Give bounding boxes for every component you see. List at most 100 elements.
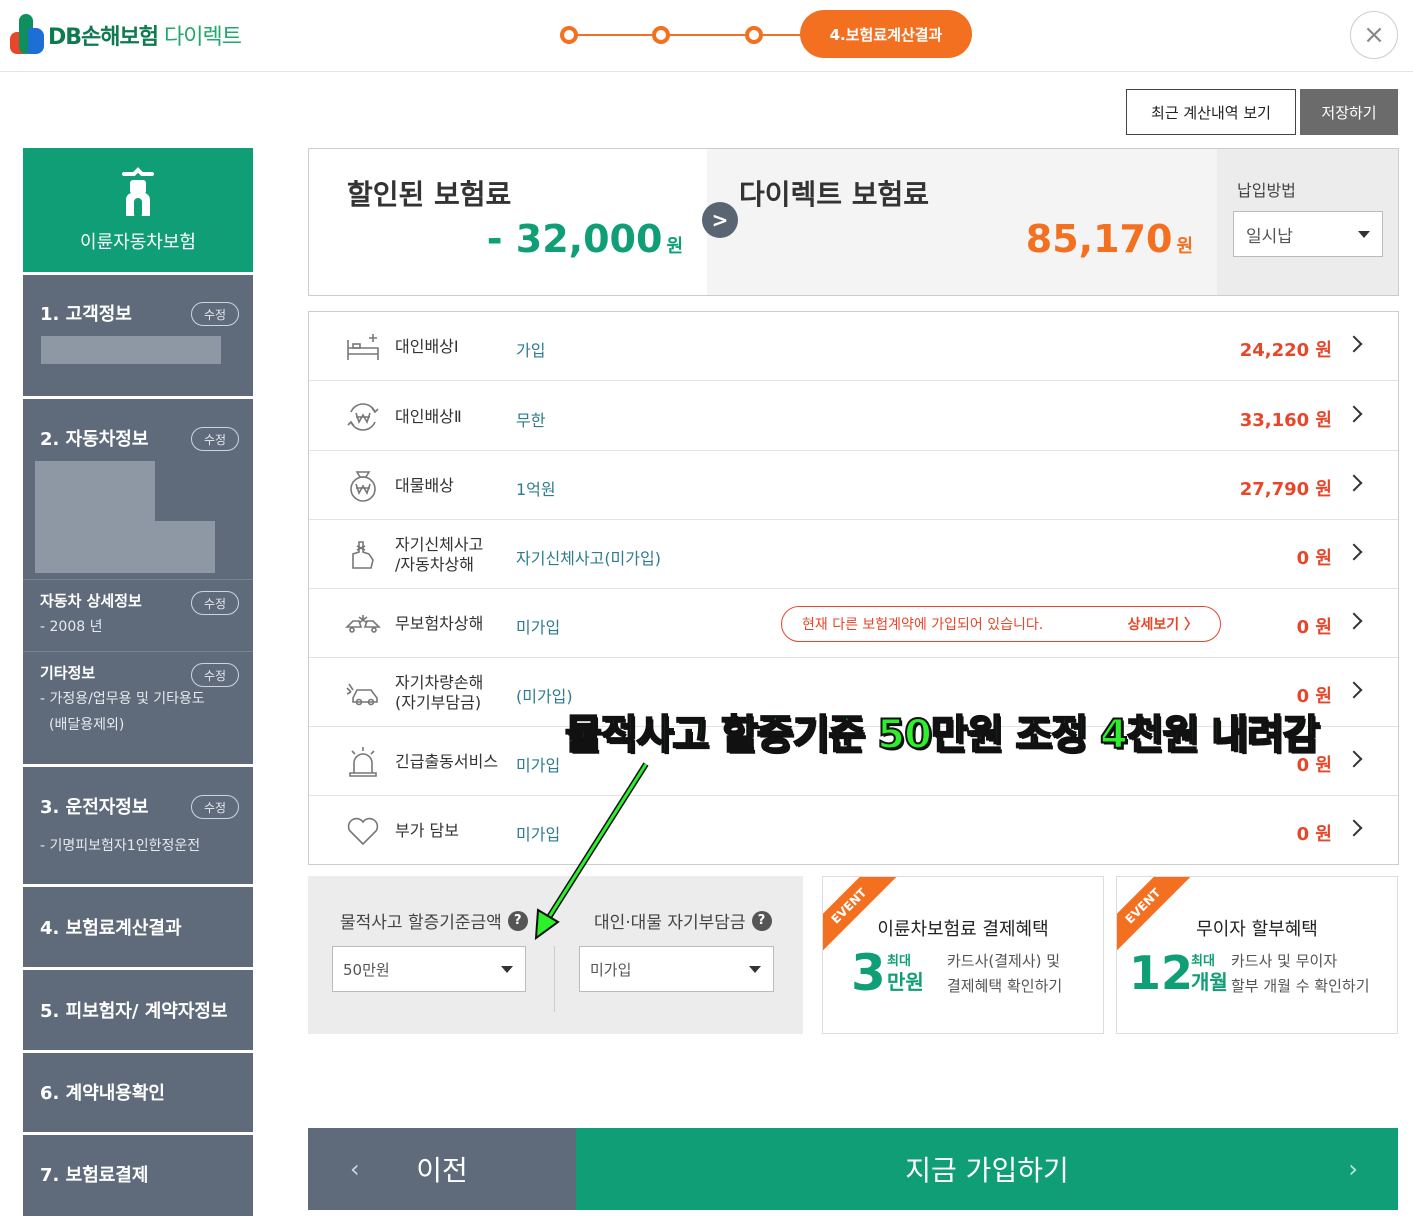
coverage-name: 자기차량손해 (자기부담금): [395, 673, 483, 713]
coverage-amount: 0 원: [1296, 617, 1332, 638]
join-now-button-label: 지금 가입하기: [905, 1154, 1069, 1187]
previous-button[interactable]: ‹ 이전: [308, 1128, 576, 1210]
coverage-row[interactable]: 대물배상 1억원 27,790 원: [309, 451, 1398, 520]
car-crash-icon: [345, 607, 381, 641]
help-icon[interactable]: ?: [507, 910, 528, 931]
coverage-name-line2: /자동차상해: [395, 555, 474, 574]
coverage-row[interactable]: 자기신체사고 /자동차상해 자기신체사고(미가입) 0 원: [309, 520, 1398, 589]
coverage-amount: 24,220 원: [1239, 340, 1332, 361]
card-desc-line2: 할부 개월 수 확인하기: [1231, 977, 1370, 995]
property-surcharge-select[interactable]: 50만원: [332, 946, 526, 992]
card-small-label: 최대 개월: [1191, 953, 1228, 993]
deductible-label-text: 대인·대물 자기부담금: [594, 913, 746, 933]
car-damage-icon: [345, 676, 381, 710]
sidebar-item-payment[interactable]: 7. 보험료결제: [23, 1132, 253, 1216]
coverage-value: 가입: [516, 341, 546, 360]
coverage-list: 대인배상Ⅰ 가입 24,220 원 대인배상Ⅱ 무한 33,160 원 대물배상…: [308, 311, 1399, 865]
property-surcharge-value: 50만원: [343, 960, 390, 979]
card-small-unit: 개월: [1191, 970, 1228, 994]
sidebar-item-label: 5. 피보험자/ 계약자정보: [40, 1001, 228, 1022]
money-bag-icon: [345, 469, 381, 503]
coverage-value: 무한: [516, 411, 546, 430]
heart-icon: [345, 814, 381, 848]
chevron-left-icon: ‹: [350, 1155, 360, 1183]
coverage-name: 대물배상: [395, 476, 454, 495]
card-desc-line2: 결제혜택 확인하기: [947, 977, 1063, 995]
discount-amount: - 32,000 원: [487, 217, 683, 261]
chevron-right-icon: [1345, 405, 1363, 423]
payment-benefit-card[interactable]: EVENT 이륜차보험료 결제혜택 3 최대 만원 카드사(결제사) 및 결제혜…: [822, 876, 1104, 1034]
db-logo[interactable]: DB손해보험 다이렉트: [10, 14, 242, 56]
notice-detail-link[interactable]: 상세보기 〉: [1128, 614, 1198, 634]
coverage-name: 무보험차상해: [395, 614, 484, 633]
recent-calculations-button[interactable]: 최근 계산내역 보기: [1126, 89, 1296, 135]
coverage-amount: 0 원: [1296, 548, 1332, 569]
property-surcharge-label-text: 물적사고 할증기준금액: [340, 913, 502, 933]
coverage-row[interactable]: 무보험차상해 미가입 현재 다른 보험계약에 가입되어 있습니다. 상세보기 〉…: [309, 589, 1398, 658]
chevron-right-icon: ›: [1348, 1155, 1358, 1183]
other-info-label: 기타정보: [40, 664, 96, 682]
discount-label: 할인된 보험료: [347, 178, 512, 211]
sidebar-item-customer[interactable]: 1. 고객정보 수정: [23, 272, 253, 396]
coverage-row[interactable]: 대인배상Ⅰ 가입 24,220 원: [309, 312, 1398, 381]
edit-button[interactable]: 수정: [191, 427, 239, 451]
other-info-line2: (배달용제외): [49, 717, 125, 733]
coverage-row[interactable]: 대인배상Ⅱ 무한 33,160 원: [309, 382, 1398, 451]
sidebar-item-label: 6. 계약내용확인: [40, 1083, 165, 1104]
save-button[interactable]: 저장하기: [1300, 89, 1398, 135]
coverage-row[interactable]: 부가 담보 미가입 0 원: [309, 796, 1398, 865]
card-big-number: 3: [851, 944, 886, 1002]
sidebar-item-confirm[interactable]: 6. 계약내용확인: [23, 1050, 253, 1132]
chevron-right-icon: [1345, 335, 1363, 353]
annotation-text: 물적사고 할증기준 50만원 조정 4천원 내려감: [564, 711, 1321, 759]
logo-sub-text: 다이렉트: [164, 25, 242, 50]
unit-label: 원: [1176, 236, 1193, 257]
motorcycle-icon: [114, 166, 162, 222]
deductible-select[interactable]: 미가입: [579, 946, 774, 992]
won-cycle-icon: [345, 400, 381, 434]
sidebar-item-insured[interactable]: 5. 피보험자/ 계약자정보: [23, 967, 253, 1050]
discount-panel: 할인된 보험료 - 32,000 원: [309, 149, 707, 295]
existing-contract-notice[interactable]: 현재 다른 보험계약에 가입되어 있습니다. 상세보기 〉: [781, 606, 1221, 642]
card-desc-line1: 카드사 및 무이자: [1231, 952, 1338, 970]
help-icon[interactable]: ?: [751, 910, 772, 931]
payment-method-panel: 납입방법 일시납: [1217, 149, 1398, 295]
caret-down-icon: [501, 966, 513, 973]
edit-button[interactable]: 수정: [191, 591, 239, 615]
deductible-value: 미가입: [590, 960, 632, 979]
installment-benefit-card[interactable]: EVENT 무이자 할부혜택 12 최대 개월 카드사 및 무이자 할부 개월 …: [1116, 876, 1398, 1034]
close-icon: ×: [1363, 20, 1385, 50]
db-logo-mark-icon: [10, 14, 46, 56]
payment-method-select[interactable]: 일시납: [1233, 211, 1383, 257]
direct-premium-value: 85,170: [1025, 217, 1173, 261]
card-title: 이륜차보험료 결제혜택: [877, 919, 1049, 940]
sidebar: 이륜자동차보험 1. 고객정보 수정 2. 자동차정보 수정 자동차 상세정보 …: [23, 148, 253, 1216]
edit-button[interactable]: 수정: [191, 302, 239, 326]
sidebar-item-label: 3. 운전자정보: [40, 797, 149, 818]
coverage-amount: 33,160 원: [1239, 410, 1332, 431]
coverage-value: 미가입: [516, 618, 561, 637]
other-info-line1: - 가정용/업무용 및 기타용도: [40, 691, 205, 707]
redacted-vehicle-info: [83, 521, 215, 573]
edit-button[interactable]: 수정: [191, 663, 239, 687]
close-button[interactable]: ×: [1350, 11, 1398, 59]
siren-icon: [345, 745, 381, 779]
coverage-value: 미가입: [516, 756, 561, 775]
coverage-value: 자기신체사고(미가입): [516, 549, 661, 568]
join-now-button[interactable]: 지금 가입하기 ›: [576, 1128, 1398, 1210]
sidebar-item-driver[interactable]: 3. 운전자정보 수정 - 기명피보험자1인한정운전: [23, 764, 253, 884]
sidebar-item-vehicle[interactable]: 2. 자동차정보 수정 자동차 상세정보 수정 - 2008 년 기타정보 수정…: [23, 396, 253, 764]
chevron-right-icon: [1345, 750, 1363, 768]
chevron-right-icon: [1345, 612, 1363, 630]
direct-premium-amount: 85,170 원: [1026, 217, 1193, 261]
step-1-dot: [560, 26, 578, 44]
coverage-name-line1: 자기신체사고: [395, 535, 484, 554]
hand-bandage-icon: [345, 538, 381, 572]
logo-main-text: DB손해보험: [48, 25, 159, 50]
sidebar-item-result[interactable]: 4. 보험료계산결과: [23, 884, 253, 967]
card-desc-line1: 카드사(결제사) 및: [947, 952, 1061, 970]
card-description: 카드사 및 무이자 할부 개월 수 확인하기: [1231, 949, 1370, 999]
caret-down-icon: [749, 966, 761, 973]
notice-text: 현재 다른 보험계약에 가입되어 있습니다.: [802, 617, 1044, 633]
edit-button[interactable]: 수정: [191, 795, 239, 819]
